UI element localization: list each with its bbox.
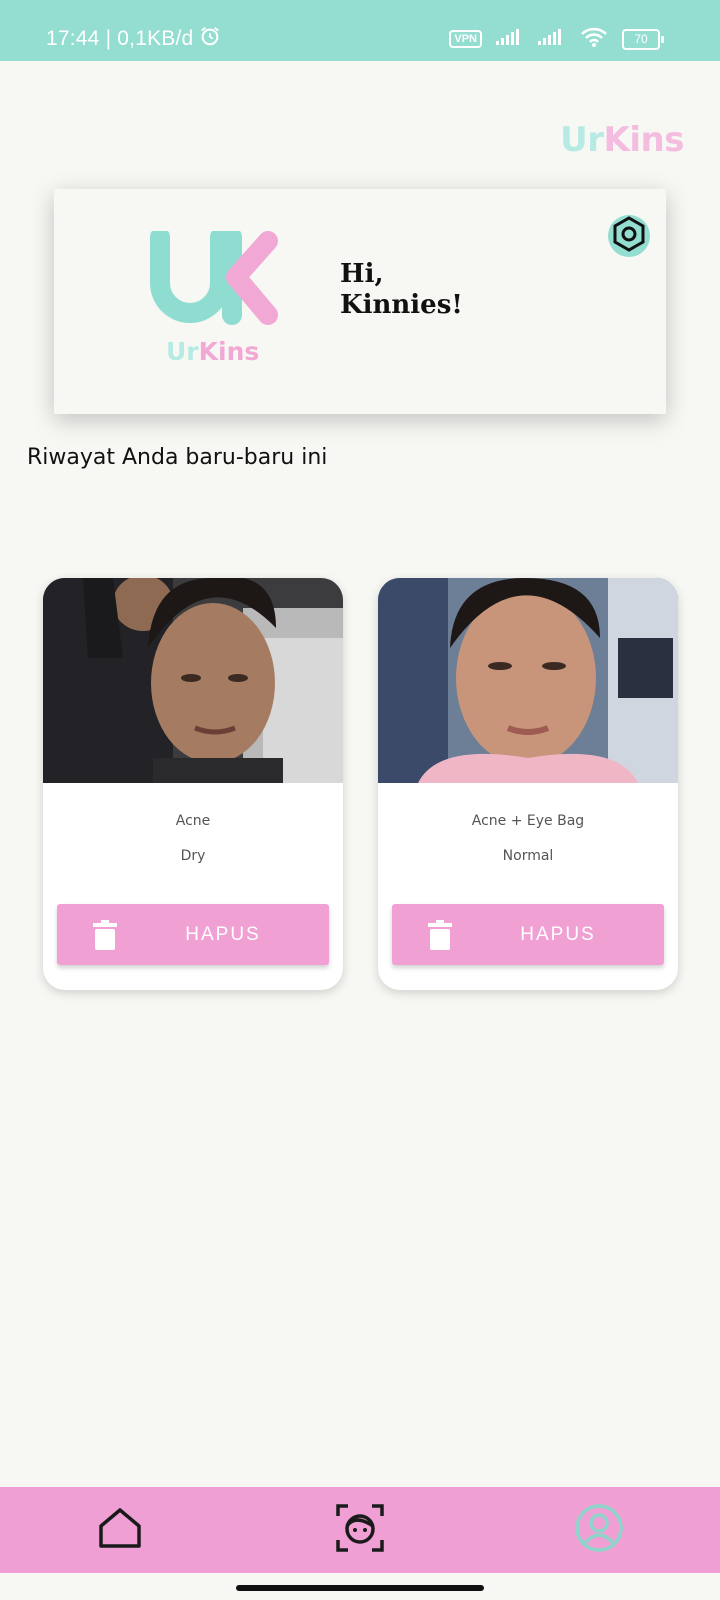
greeting-card: UrKins Hi, Kinnies! bbox=[54, 189, 666, 414]
greeting-line-2: Kinnies! bbox=[340, 290, 463, 320]
wifi-icon bbox=[580, 26, 608, 52]
home-icon bbox=[97, 1506, 143, 1554]
status-time-speed: 17:44 | 0,1KB/d bbox=[46, 27, 194, 50]
app-brand: UrKins bbox=[560, 120, 684, 160]
history-photo bbox=[43, 578, 343, 783]
profile-icon bbox=[574, 1503, 624, 1557]
nav-face-scan[interactable] bbox=[335, 1504, 385, 1556]
delete-button[interactable]: HAPUS bbox=[392, 904, 664, 965]
nav-home[interactable] bbox=[95, 1505, 145, 1555]
history-photo bbox=[378, 578, 678, 783]
greeting-text: Hi, Kinnies! bbox=[340, 259, 463, 321]
brand-ur: Ur bbox=[560, 120, 604, 160]
status-icons: VPN 70 bbox=[449, 26, 664, 52]
settings-icon bbox=[611, 216, 647, 256]
face-scan-icon bbox=[336, 1504, 384, 1556]
status-time-group: 17:44 | 0,1KB/d bbox=[46, 25, 221, 53]
gesture-bar[interactable] bbox=[236, 1585, 484, 1591]
battery-indicator: 70 bbox=[622, 28, 664, 50]
brand-kins: Kins bbox=[603, 120, 685, 160]
settings-button[interactable] bbox=[608, 215, 650, 257]
history-skin-type: Dry bbox=[180, 848, 206, 864]
delete-label: HAPUS bbox=[520, 923, 596, 945]
logo-wordmark: UrKins bbox=[166, 337, 259, 366]
greeting-line-1: Hi, bbox=[340, 259, 384, 289]
history-skin-type: Normal bbox=[502, 848, 554, 864]
history-card[interactable]: Acne Dry HAPUS bbox=[43, 578, 343, 990]
bottom-navigation bbox=[0, 1487, 720, 1573]
history-condition: Acne bbox=[175, 813, 211, 829]
history-section-title: Riwayat Anda baru-baru ini bbox=[27, 445, 328, 470]
delete-label: HAPUS bbox=[185, 923, 261, 945]
status-bar: 17:44 | 0,1KB/d VPN 70 bbox=[0, 0, 720, 61]
delete-button[interactable]: HAPUS bbox=[57, 904, 329, 965]
alarm-icon bbox=[199, 25, 221, 53]
signal-icon bbox=[496, 28, 524, 50]
history-condition: Acne + Eye Bag bbox=[471, 813, 585, 829]
vpn-badge: VPN bbox=[449, 30, 482, 48]
uk-logo bbox=[150, 227, 280, 331]
history-card[interactable]: Acne + Eye Bag Normal HAPUS bbox=[378, 578, 678, 990]
signal-icon-2 bbox=[538, 28, 566, 50]
logo-kins: Kins bbox=[198, 337, 260, 366]
logo-ur: Ur bbox=[166, 337, 199, 366]
nav-profile[interactable] bbox=[574, 1503, 624, 1557]
